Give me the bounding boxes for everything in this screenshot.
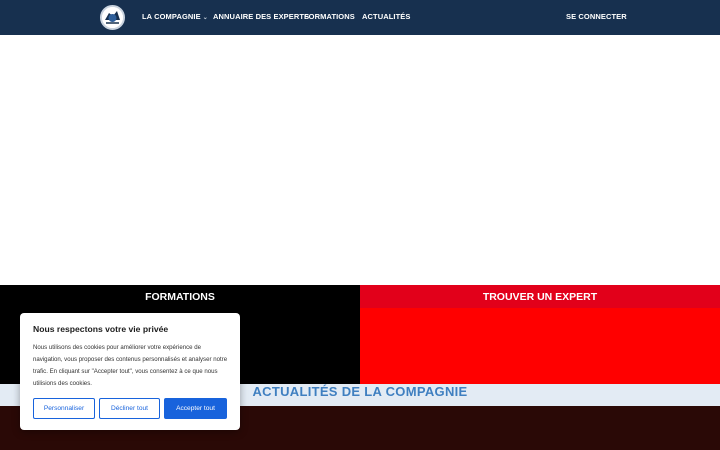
nav-formations[interactable]: FORMATIONS [304, 12, 355, 22]
cookie-dialog-title: Nous respectons votre vie privée [33, 324, 169, 334]
nav-la-compagnie[interactable]: LA COMPAGNIE ⌄ [142, 12, 208, 23]
formations-panel-title[interactable]: FORMATIONS [0, 291, 360, 303]
accept-all-button[interactable]: Accepter tout [164, 398, 227, 419]
top-navigation-bar: LA COMPAGNIE ⌄ ANNUAIRE DES EXPERTS FORMA… [0, 0, 720, 35]
login-link[interactable]: SE CONNECTER [566, 12, 627, 22]
nav-la-compagnie-label: LA COMPAGNIE [142, 12, 201, 21]
decline-all-button[interactable]: Décliner tout [99, 398, 160, 419]
customize-button[interactable]: Personnaliser [33, 398, 95, 419]
find-expert-panel-title[interactable]: TROUVER UN EXPERT [360, 291, 720, 303]
nav-actualites[interactable]: ACTUALITÉS [362, 12, 411, 22]
nav-annuaire-des-experts[interactable]: ANNUAIRE DES EXPERTS [213, 12, 309, 22]
chevron-down-icon: ⌄ [202, 14, 208, 21]
cookie-consent-dialog: Nous respectons votre vie privée Nous ut… [20, 313, 240, 430]
cookie-dialog-text: Nous utilisons des cookies pour améliore… [33, 344, 228, 387]
company-logo[interactable] [100, 5, 125, 30]
hero-area [0, 35, 720, 285]
